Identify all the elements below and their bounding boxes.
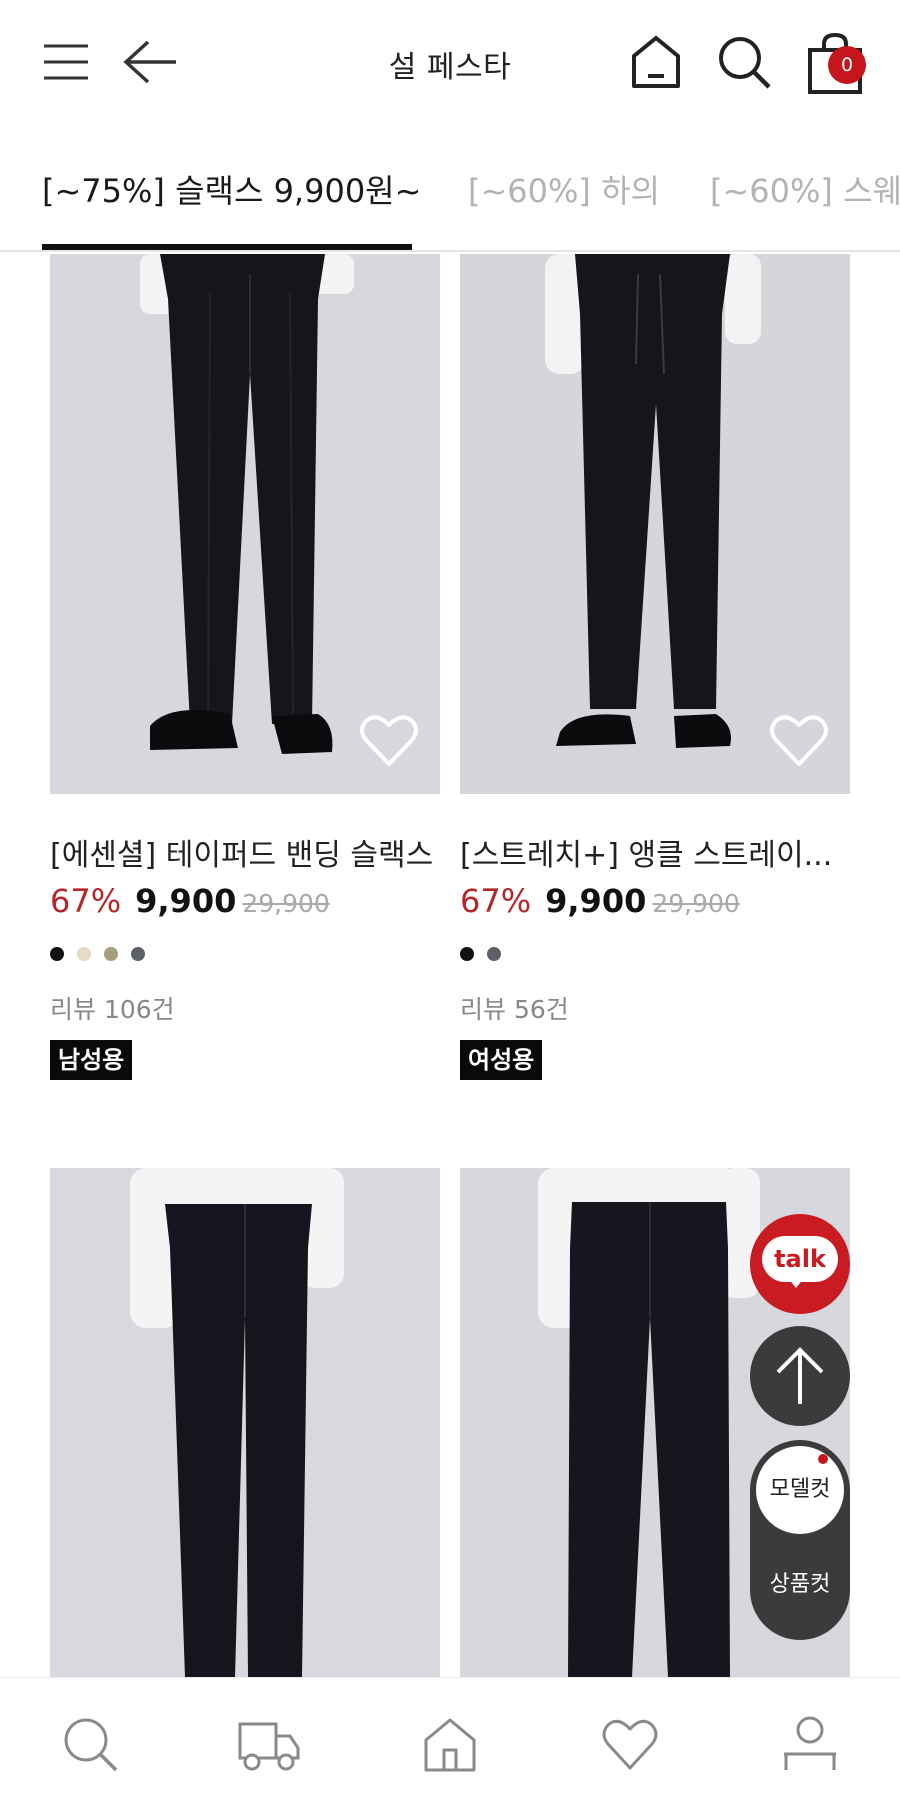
original-price: 29,900 [652, 889, 740, 918]
color-swatch [460, 947, 474, 961]
wishlist-heart-icon[interactable] [358, 712, 420, 768]
bottom-navigation [0, 1677, 900, 1815]
search-icon[interactable] [60, 1714, 120, 1774]
arrow-up-icon [776, 1347, 824, 1404]
tab-sweat[interactable]: [~60%] 스웨... [710, 166, 900, 212]
product-name[interactable]: [스트레치+] 앵클 스트레이... [460, 830, 860, 874]
heart-icon[interactable] [600, 1714, 660, 1774]
color-swatch [77, 947, 91, 961]
discount-rate: 67% [50, 882, 122, 920]
talk-label: talk [762, 1236, 838, 1282]
delivery-truck-icon[interactable] [236, 1714, 302, 1774]
product-cut-button[interactable]: 상품컷 [750, 1566, 850, 1598]
product-image[interactable] [460, 254, 850, 794]
review-count: 리뷰 56건 [460, 995, 569, 1024]
new-dot-indicator [818, 1454, 828, 1464]
color-swatches [460, 946, 514, 961]
color-swatch [104, 947, 118, 961]
wishlist-heart-icon[interactable] [768, 712, 830, 768]
tab-bottoms[interactable]: [~60%] 하의 [468, 166, 660, 212]
kakao-talk-button[interactable]: talk [750, 1214, 850, 1314]
sale-price: 9,900 [545, 882, 647, 920]
discount-rate: 67% [460, 882, 532, 920]
product-image[interactable] [50, 254, 440, 794]
price-row: 67% 9,900 29,900 [460, 882, 740, 920]
active-tab-indicator [42, 244, 412, 250]
color-swatch [487, 947, 501, 961]
gender-tag: 여성용 [460, 1040, 543, 1080]
home-icon[interactable] [630, 34, 682, 90]
home-icon[interactable] [420, 1714, 480, 1774]
model-cut-button[interactable]: 모델컷 [756, 1446, 844, 1534]
product-name[interactable]: [에센셜] 테이퍼드 밴딩 슬랙스 [50, 830, 450, 874]
search-icon[interactable] [716, 34, 772, 90]
color-swatch [50, 947, 64, 961]
talk-bubble-tail [788, 1278, 804, 1288]
product-image[interactable] [50, 1168, 440, 1677]
sale-price: 9,900 [135, 882, 237, 920]
gender-tag: 남성용 [50, 1040, 133, 1080]
review-count: 리뷰 106건 [50, 995, 175, 1024]
user-icon[interactable] [780, 1714, 840, 1774]
image-mode-toggle: 모델컷 상품컷 [750, 1440, 850, 1640]
top-header: 설 페스타 0 [0, 0, 900, 130]
color-swatch [131, 947, 145, 961]
price-row: 67% 9,900 29,900 [50, 882, 330, 920]
color-swatches [50, 946, 158, 961]
category-tabs: [~75%] 슬랙스 9,900원~ [~60%] 하의 [~60%] 스웨..… [0, 130, 900, 252]
tab-slacks[interactable]: [~75%] 슬랙스 9,900원~ [42, 166, 421, 212]
original-price: 29,900 [242, 889, 330, 918]
scroll-to-top-button[interactable] [750, 1326, 850, 1426]
cart-count-badge: 0 [828, 46, 866, 84]
